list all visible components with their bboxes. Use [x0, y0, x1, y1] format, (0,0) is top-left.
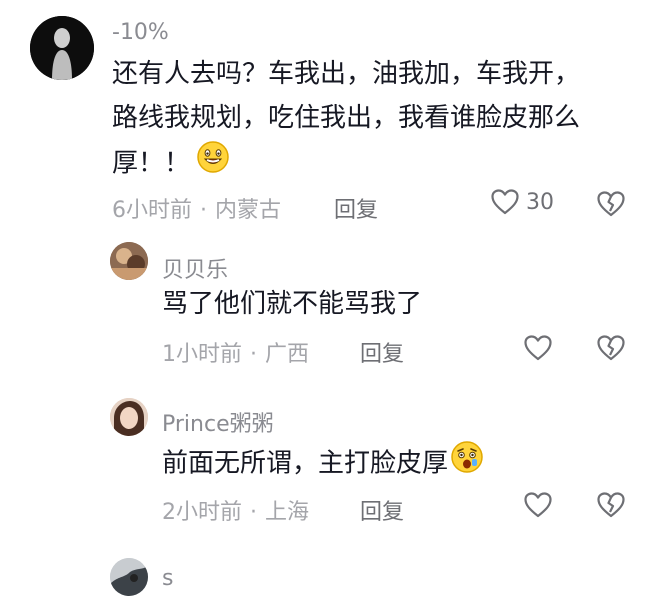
comment-text: 还有人去吗？车我出，油我加，车我开， 路线我规划，吃住我出，我看谁脸皮那么 厚！… [112, 52, 580, 188]
avatar[interactable] [110, 558, 148, 596]
comment-location: 广西 [265, 342, 310, 367]
comment-location: 上海 [265, 500, 310, 525]
comment-meta: 6小时前 · 内蒙古 [112, 192, 281, 224]
comment-item: 贝贝乐 骂了他们就不能骂我了 1小时前 · 广西 回复 [0, 230, 660, 390]
like-count: 30 [526, 189, 554, 215]
comment-item: -10% 还有人去吗？车我出，油我加，车我开， 路线我规划，吃住我出，我看谁脸皮… [0, 0, 660, 230]
heart-outline-icon [523, 491, 553, 519]
avatar[interactable] [110, 242, 148, 280]
avatar-silhouette-icon [30, 16, 94, 80]
heart-outline-icon [523, 334, 553, 362]
reply-button[interactable]: 回复 [360, 336, 404, 368]
like-button[interactable] [523, 334, 553, 362]
grimacing-face-emoji [450, 440, 484, 488]
broken-heart-icon [596, 491, 626, 519]
username[interactable]: Prince粥粥 [162, 406, 274, 438]
dislike-button[interactable] [596, 190, 626, 218]
comment-time: 1小时前 [162, 342, 242, 367]
avatar-photo-icon [110, 398, 148, 436]
meta-separator: · [250, 342, 257, 367]
meta-separator: · [250, 500, 257, 525]
avatar[interactable] [110, 398, 148, 436]
username[interactable]: 贝贝乐 [162, 252, 228, 284]
username[interactable]: -10% [112, 20, 169, 45]
reply-button[interactable]: 回复 [360, 494, 404, 526]
like-button[interactable]: 30 [490, 188, 554, 216]
comment-item: Prince粥粥 前面无所谓，主打脸皮厚 2小时前 · 上海 回复 [0, 390, 660, 540]
comment-item: s [0, 540, 660, 603]
comment-meta: 1小时前 · 广西 [162, 336, 309, 368]
comment-text-line: 还有人去吗？车我出，油我加，车我开， [112, 59, 581, 89]
comment-text: 前面无所谓，主打脸皮厚 [162, 440, 484, 488]
avatar[interactable] [30, 16, 94, 80]
dislike-button[interactable] [596, 334, 626, 362]
broken-heart-icon [596, 190, 626, 218]
comment-text-line: 前面无所谓，主打脸皮厚 [162, 448, 449, 479]
avatar-photo-icon [110, 242, 148, 280]
avatar-photo-icon [110, 558, 148, 596]
dislike-button[interactable] [596, 491, 626, 519]
reply-button[interactable]: 回复 [334, 192, 378, 224]
username[interactable]: s [162, 566, 173, 591]
heart-outline-icon [490, 188, 520, 216]
comment-text-line: 厚！！ [112, 148, 191, 179]
comment-text: 骂了他们就不能骂我了 [162, 289, 423, 319]
comment-text-line-wrap: 厚！！ [112, 140, 580, 188]
broken-heart-icon [596, 334, 626, 362]
comment-time: 2小时前 [162, 500, 242, 525]
grinning-face-emoji [196, 140, 230, 188]
comment-text-line: 路线我规划，吃住我出，我看谁脸皮那么 [112, 103, 581, 133]
comment-location: 内蒙古 [215, 198, 282, 223]
comment-meta: 2小时前 · 上海 [162, 494, 309, 526]
comment-time: 6小时前 [112, 198, 192, 223]
like-button[interactable] [523, 491, 553, 519]
meta-separator: · [200, 198, 207, 223]
